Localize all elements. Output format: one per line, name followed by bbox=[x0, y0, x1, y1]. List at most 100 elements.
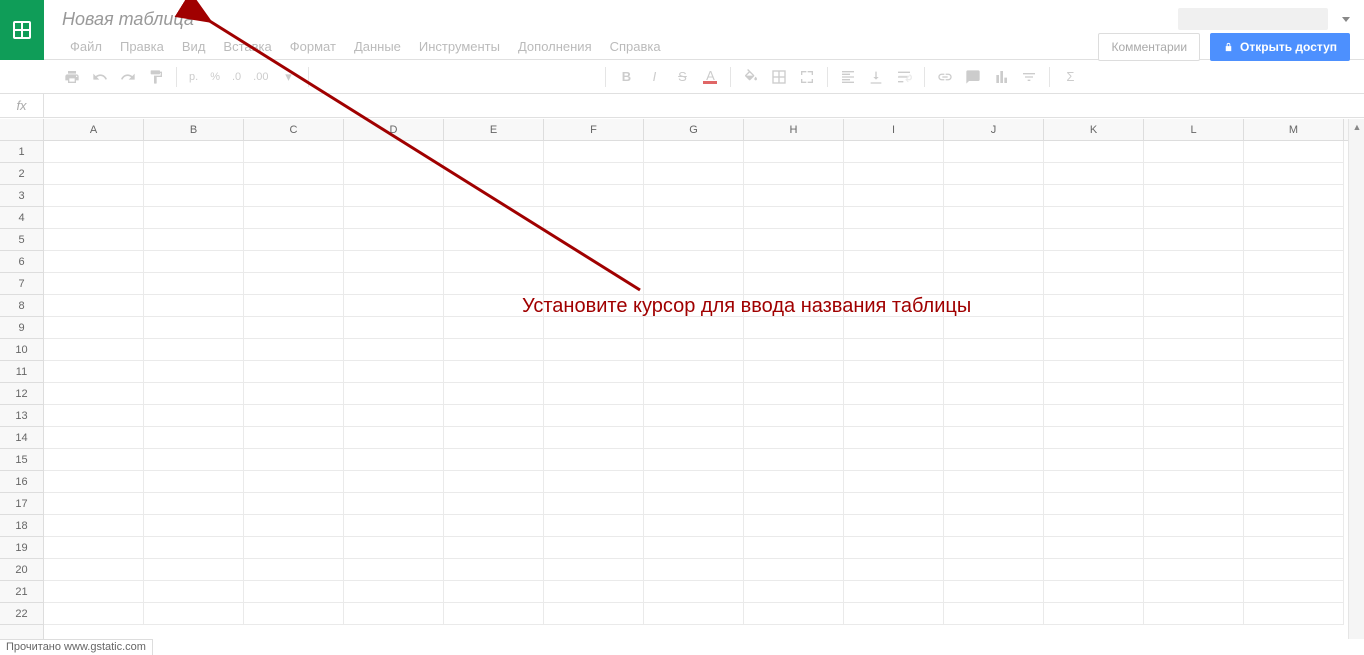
row-header[interactable]: 21 bbox=[0, 581, 43, 603]
cell[interactable] bbox=[844, 273, 944, 295]
cell[interactable] bbox=[944, 537, 1044, 559]
cell[interactable] bbox=[144, 405, 244, 427]
cell[interactable] bbox=[644, 361, 744, 383]
cell[interactable] bbox=[544, 427, 644, 449]
paint-format-icon[interactable] bbox=[144, 65, 168, 89]
cell[interactable] bbox=[844, 493, 944, 515]
cell[interactable] bbox=[944, 449, 1044, 471]
vertical-scrollbar[interactable]: ▲ bbox=[1348, 119, 1364, 639]
cell[interactable] bbox=[644, 427, 744, 449]
redo-icon[interactable] bbox=[116, 65, 140, 89]
cell[interactable] bbox=[844, 251, 944, 273]
increase-decimal[interactable]: .00 bbox=[249, 71, 272, 83]
cell[interactable] bbox=[1244, 405, 1344, 427]
cell[interactable] bbox=[1144, 383, 1244, 405]
cell[interactable] bbox=[444, 163, 544, 185]
cell[interactable] bbox=[144, 471, 244, 493]
cell[interactable] bbox=[544, 559, 644, 581]
filter-icon[interactable] bbox=[1017, 65, 1041, 89]
cell[interactable] bbox=[1244, 449, 1344, 471]
cell[interactable] bbox=[1044, 559, 1144, 581]
cell[interactable] bbox=[244, 361, 344, 383]
cell[interactable] bbox=[844, 537, 944, 559]
cell[interactable] bbox=[544, 449, 644, 471]
cell[interactable] bbox=[744, 317, 844, 339]
row-header[interactable]: 11 bbox=[0, 361, 43, 383]
cell[interactable] bbox=[844, 185, 944, 207]
row-header[interactable]: 17 bbox=[0, 493, 43, 515]
cell[interactable] bbox=[144, 603, 244, 625]
cell[interactable] bbox=[1244, 207, 1344, 229]
cell[interactable] bbox=[344, 141, 444, 163]
cell[interactable] bbox=[244, 427, 344, 449]
cell[interactable] bbox=[244, 141, 344, 163]
cell[interactable] bbox=[1144, 449, 1244, 471]
cell[interactable] bbox=[1244, 559, 1344, 581]
italic-icon[interactable]: I bbox=[642, 65, 666, 89]
cell[interactable] bbox=[344, 515, 444, 537]
cell[interactable] bbox=[144, 339, 244, 361]
cell[interactable] bbox=[444, 185, 544, 207]
more-formats-icon[interactable]: ▾ bbox=[276, 65, 300, 89]
cell[interactable] bbox=[1244, 581, 1344, 603]
cell[interactable] bbox=[844, 361, 944, 383]
column-header[interactable]: E bbox=[444, 119, 544, 140]
row-header[interactable]: 6 bbox=[0, 251, 43, 273]
column-header[interactable]: D bbox=[344, 119, 444, 140]
cell[interactable] bbox=[944, 339, 1044, 361]
cell[interactable] bbox=[544, 361, 644, 383]
cell[interactable] bbox=[644, 207, 744, 229]
account-dropdown-icon[interactable] bbox=[1342, 17, 1350, 22]
cell[interactable] bbox=[344, 339, 444, 361]
cell[interactable] bbox=[744, 449, 844, 471]
menu-data[interactable]: Данные bbox=[346, 36, 409, 57]
cell[interactable] bbox=[1144, 559, 1244, 581]
cell[interactable] bbox=[1244, 427, 1344, 449]
cell[interactable] bbox=[244, 317, 344, 339]
cell[interactable] bbox=[744, 427, 844, 449]
cell[interactable] bbox=[1044, 383, 1144, 405]
cell[interactable] bbox=[44, 493, 144, 515]
cell[interactable] bbox=[1144, 229, 1244, 251]
row-header[interactable]: 1 bbox=[0, 141, 43, 163]
cell[interactable] bbox=[644, 273, 744, 295]
cell[interactable] bbox=[444, 141, 544, 163]
cell[interactable] bbox=[944, 141, 1044, 163]
cell[interactable] bbox=[244, 251, 344, 273]
cell[interactable] bbox=[1244, 163, 1344, 185]
cell[interactable] bbox=[444, 449, 544, 471]
strikethrough-icon[interactable]: S bbox=[670, 65, 694, 89]
cell[interactable] bbox=[44, 383, 144, 405]
cell[interactable] bbox=[844, 515, 944, 537]
cell[interactable] bbox=[944, 383, 1044, 405]
cell[interactable] bbox=[744, 185, 844, 207]
cell[interactable] bbox=[244, 537, 344, 559]
cell[interactable] bbox=[1144, 405, 1244, 427]
cell[interactable] bbox=[1244, 251, 1344, 273]
row-header[interactable]: 3 bbox=[0, 185, 43, 207]
cell[interactable] bbox=[1044, 295, 1144, 317]
cell[interactable] bbox=[444, 251, 544, 273]
cell[interactable] bbox=[844, 581, 944, 603]
cell[interactable] bbox=[944, 427, 1044, 449]
row-header[interactable]: 9 bbox=[0, 317, 43, 339]
cell[interactable] bbox=[244, 185, 344, 207]
cell[interactable] bbox=[144, 361, 244, 383]
cell[interactable] bbox=[444, 537, 544, 559]
cell[interactable] bbox=[1244, 383, 1344, 405]
cell[interactable] bbox=[344, 449, 444, 471]
column-header[interactable]: I bbox=[844, 119, 944, 140]
cell[interactable] bbox=[444, 581, 544, 603]
cell[interactable] bbox=[1144, 603, 1244, 625]
cell[interactable] bbox=[644, 537, 744, 559]
cell[interactable] bbox=[44, 295, 144, 317]
cell[interactable] bbox=[44, 141, 144, 163]
cell[interactable] bbox=[544, 273, 644, 295]
cell[interactable] bbox=[344, 427, 444, 449]
cell[interactable] bbox=[1144, 317, 1244, 339]
column-header[interactable]: M bbox=[1244, 119, 1344, 140]
cell[interactable] bbox=[844, 207, 944, 229]
cell[interactable] bbox=[744, 603, 844, 625]
scroll-up-icon[interactable]: ▲ bbox=[1349, 119, 1364, 135]
cell[interactable] bbox=[44, 559, 144, 581]
